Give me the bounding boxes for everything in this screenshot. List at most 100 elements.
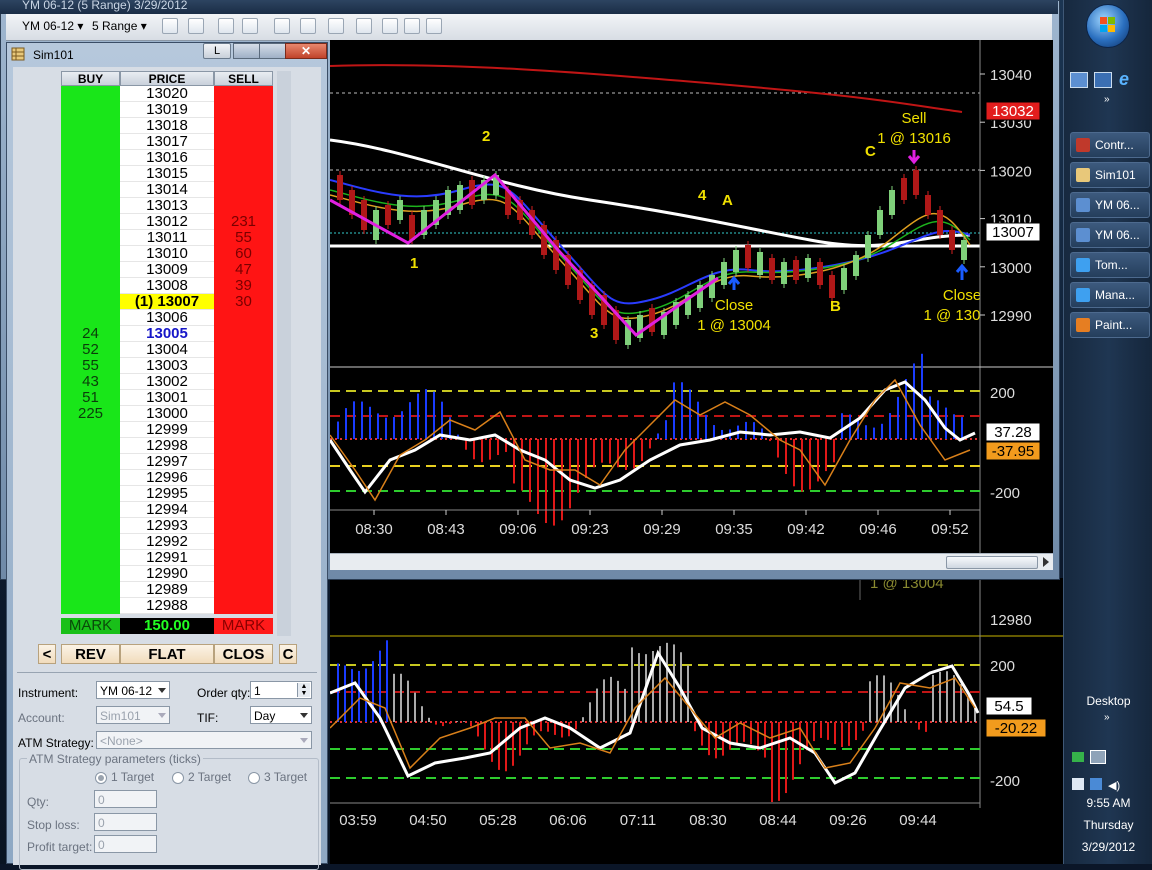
buy-cell[interactable] xyxy=(61,262,120,278)
tray-flag-icon[interactable] xyxy=(1072,778,1084,790)
scrollbar-thumb[interactable] xyxy=(946,556,1038,569)
price-cell[interactable]: 13013 xyxy=(120,198,214,214)
buy-cell[interactable] xyxy=(61,534,120,550)
atm-strategy-select[interactable]: <None> xyxy=(96,731,312,749)
mark-buy[interactable]: MARK xyxy=(61,618,120,634)
price-cell[interactable]: (1) 13007 xyxy=(120,294,214,310)
sell-cell[interactable] xyxy=(214,310,273,326)
sell-cell[interactable] xyxy=(214,422,273,438)
sell-cell[interactable] xyxy=(214,326,273,342)
price-cell[interactable]: 12996 xyxy=(120,470,214,486)
radio-3-target[interactable] xyxy=(248,772,260,784)
buy-cell[interactable] xyxy=(61,246,120,262)
sell-cell[interactable] xyxy=(214,582,273,598)
buy-cell[interactable] xyxy=(61,150,120,166)
sell-cell[interactable] xyxy=(214,518,273,534)
document-icon[interactable] xyxy=(426,18,442,34)
dom-window[interactable]: Sim101 L ✕ BUY PRICE SELL 13020 13019 1301… xyxy=(6,42,328,870)
price-cell[interactable]: 12990 xyxy=(120,566,214,582)
tray-safe-icon[interactable] xyxy=(1072,752,1084,762)
quicklaunch-desktop-icon[interactable] xyxy=(1070,72,1088,88)
chart-title-bar[interactable]: YM 06-12 (5 Range) 3/29/2012 xyxy=(0,0,1058,14)
start-button[interactable] xyxy=(1086,4,1130,48)
expand-chevron-icon[interactable]: » xyxy=(1104,94,1110,105)
account-select[interactable]: Sim101 xyxy=(96,706,170,724)
sell-cell[interactable] xyxy=(214,454,273,470)
price-cell[interactable]: 13020 xyxy=(120,86,214,102)
draw-pencil-icon[interactable] xyxy=(188,18,204,34)
buy-cell[interactable]: 52 xyxy=(61,342,120,358)
strategy-icon[interactable] xyxy=(242,18,258,34)
price-cell[interactable]: 13014 xyxy=(120,182,214,198)
price-cell[interactable]: 13010 xyxy=(120,246,214,262)
instrument-dropdown[interactable]: YM 06-12 ▾ xyxy=(22,17,83,35)
tray-volume-icon[interactable]: ◀) xyxy=(1108,779,1120,792)
zoom-icon[interactable] xyxy=(300,18,316,34)
close-position-button[interactable]: CLOS xyxy=(214,644,273,664)
radio-1-target[interactable] xyxy=(95,772,107,784)
mark-sell[interactable]: MARK xyxy=(214,618,273,634)
sell-cell[interactable] xyxy=(214,134,273,150)
price-cell[interactable]: 13001 xyxy=(120,390,214,406)
price-cell[interactable]: 13012 xyxy=(120,214,214,230)
price-cell[interactable]: 12993 xyxy=(120,518,214,534)
buy-cell[interactable] xyxy=(61,550,120,566)
sell-cell[interactable] xyxy=(214,86,273,102)
sell-cell[interactable] xyxy=(214,358,273,374)
buy-cell[interactable] xyxy=(61,582,120,598)
buy-cell[interactable] xyxy=(61,294,120,310)
buy-cell[interactable] xyxy=(61,518,120,534)
buy-cell[interactable] xyxy=(61,118,120,134)
buy-cell[interactable] xyxy=(61,166,120,182)
buy-cell[interactable] xyxy=(61,502,120,518)
sell-cell[interactable]: 39 xyxy=(214,278,273,294)
price-cell[interactable]: 13008 xyxy=(120,278,214,294)
buy-cell[interactable] xyxy=(61,182,120,198)
sell-cell[interactable] xyxy=(214,550,273,566)
sell-cell[interactable] xyxy=(214,150,273,166)
buy-cell[interactable] xyxy=(61,486,120,502)
sell-cell[interactable] xyxy=(214,438,273,454)
price-cell[interactable]: 13004 xyxy=(120,342,214,358)
sell-cell[interactable]: 30 xyxy=(214,294,273,310)
chart-window-back[interactable]: 1 @ 13004 12980 200 -200 54.5 -20.22 03:59 04:5… xyxy=(329,575,1063,864)
desktop-chevron-icon[interactable]: » xyxy=(1104,712,1110,723)
price-cell[interactable]: 12988 xyxy=(120,598,214,614)
quicklaunch-switch-icon[interactable] xyxy=(1094,72,1112,88)
taskbar-item[interactable]: Sim101 xyxy=(1070,162,1150,188)
add-indicator-icon[interactable] xyxy=(218,18,234,34)
sell-cell[interactable]: 55 xyxy=(214,230,273,246)
price-cell[interactable]: 13005 xyxy=(120,326,214,342)
minimize-button[interactable] xyxy=(233,43,261,59)
buy-cell[interactable] xyxy=(61,214,120,230)
stop-loss-stepper[interactable]: 0 xyxy=(94,813,157,831)
sell-cell[interactable] xyxy=(214,470,273,486)
sell-cell[interactable] xyxy=(214,374,273,390)
crosshair-icon[interactable] xyxy=(274,18,290,34)
order-qty-stepper[interactable]: 1 ▲ ▼ xyxy=(250,681,312,699)
clock-time[interactable]: 9:55 AM xyxy=(1064,796,1152,810)
tif-select[interactable]: Day xyxy=(250,706,312,724)
price-cell[interactable]: 13017 xyxy=(120,134,214,150)
buy-cell[interactable] xyxy=(61,230,120,246)
quicklaunch-ie-icon[interactable]: e xyxy=(1119,69,1129,90)
profit-target-stepper[interactable]: 0 xyxy=(94,835,157,853)
scroll-right-icon[interactable] xyxy=(1043,557,1049,567)
buy-cell[interactable] xyxy=(61,566,120,582)
price-cell[interactable]: 12997 xyxy=(120,454,214,470)
sell-cell[interactable] xyxy=(214,534,273,550)
sell-cell[interactable] xyxy=(214,566,273,582)
sell-cell[interactable]: 231 xyxy=(214,214,273,230)
price-cell[interactable]: 12989 xyxy=(120,582,214,598)
maximize-button[interactable] xyxy=(259,43,287,59)
buy-cell[interactable] xyxy=(61,310,120,326)
buy-cell[interactable]: 55 xyxy=(61,358,120,374)
buy-cell[interactable] xyxy=(61,454,120,470)
bar-type-icon[interactable] xyxy=(162,18,178,34)
buy-cell[interactable] xyxy=(61,86,120,102)
buy-cell[interactable] xyxy=(61,470,120,486)
taskbar-item[interactable]: YM 06... xyxy=(1070,222,1150,248)
desktop-label[interactable]: Desktop xyxy=(1064,694,1152,708)
c-button[interactable]: C xyxy=(279,644,297,664)
link-button[interactable]: L xyxy=(203,43,231,59)
